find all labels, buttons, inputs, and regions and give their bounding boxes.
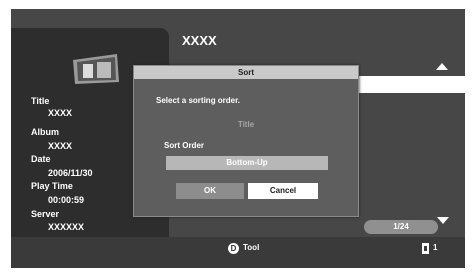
album-value: XXXX [48,141,73,151]
sort-order-label: Sort Order [164,141,205,150]
date-value: 2006/11/30 [48,168,93,178]
tool-label[interactable]: Tool [243,243,259,252]
sort-field: Title [237,120,255,129]
dialog-title: Sort [134,66,358,79]
cancel-button[interactable]: Cancel [248,183,318,199]
scroll-down-arrow-icon[interactable] [437,217,449,224]
play-time-label: Play Time [31,181,73,191]
title-label: Title [31,96,50,106]
dialog-message: Select a sorting order. [156,96,241,105]
ok-button[interactable]: OK [176,183,244,199]
thumbnail-image [67,52,123,86]
bottom-bar: D Tool 1 [11,237,465,268]
date-label: Date [31,154,51,164]
scroll-up-arrow-icon[interactable] [436,63,448,70]
device-icon [422,243,429,254]
sort-dialog: Sort Select a sorting order. Title Sort … [133,65,359,217]
device-count: 1 [433,243,438,252]
server-value: XXXXXX [48,222,85,232]
server-label: Server [31,209,60,219]
sort-order-select[interactable]: Bottom-Up [166,156,328,170]
selected-list-item[interactable] [358,76,465,93]
d-key-icon: D [228,243,239,254]
title-value: XXXX [48,108,73,118]
tv-screen: Title XXXX Album XXXX Date 2006/11/30 Pl… [11,9,465,268]
page-title: XXXX [182,33,217,48]
album-label: Album [31,127,59,137]
play-time-value: 00:00:59 [48,195,85,205]
page-counter: 1/24 [364,220,438,234]
